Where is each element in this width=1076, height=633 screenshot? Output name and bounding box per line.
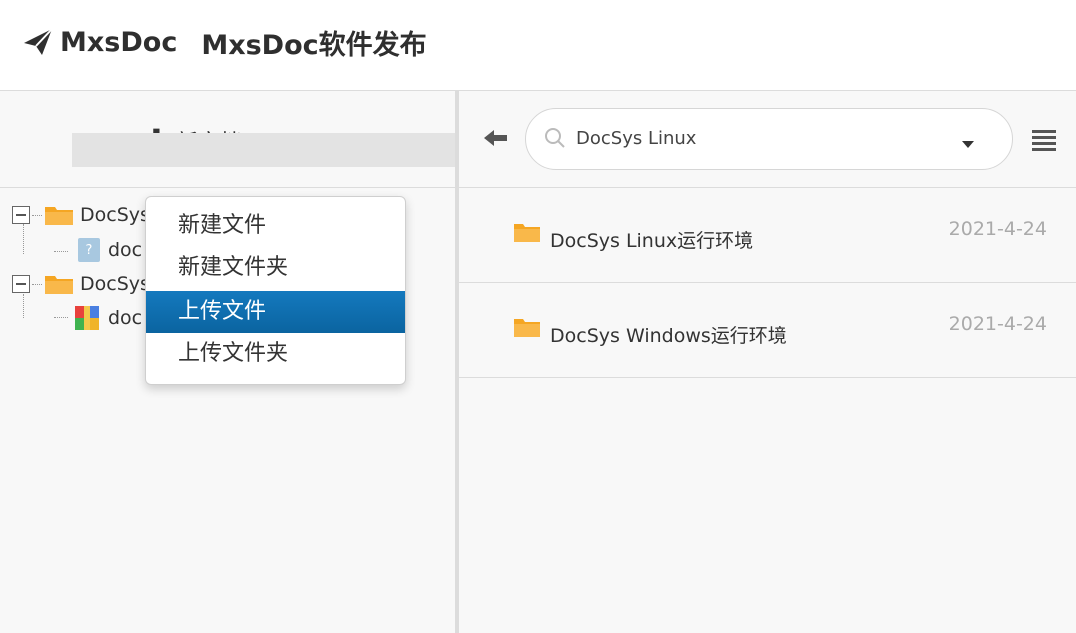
file-date: 2021-4-24: [948, 313, 1047, 335]
file-name: DocSys Windows运行环境: [550, 325, 787, 347]
package-icon: [75, 306, 99, 330]
tree-item-file[interactable]: doc: [74, 301, 142, 335]
tree-item-folder[interactable]: DocSys: [12, 267, 150, 301]
repo-title: MxsDoc软件发布: [201, 29, 427, 61]
tree-selection-highlight: [72, 133, 455, 167]
file-name: DocSys Linux运行环境: [550, 230, 754, 252]
tree-item-file[interactable]: ? doc: [78, 233, 142, 267]
tree-connector: [54, 251, 68, 252]
arrow-left-icon[interactable]: [483, 127, 509, 149]
right-toolbar: [459, 91, 1076, 188]
folder-icon: [514, 319, 540, 337]
search-input[interactable]: [576, 123, 956, 153]
menu-item-new-file[interactable]: 新建文件: [146, 205, 405, 247]
menu-item-upload-folder[interactable]: 上传文件夹: [146, 333, 405, 375]
tree-connector: [32, 283, 42, 285]
tree-item-label: doc: [108, 307, 143, 329]
top-bar: MxsDoc MxsDoc软件发布: [0, 0, 1076, 90]
list-menu-icon[interactable]: [1032, 130, 1056, 151]
file-list-item[interactable]: DocSys Linux运行环境 2021-4-24: [459, 188, 1076, 283]
menu-item-upload-file[interactable]: 上传文件: [146, 291, 405, 333]
tree-item-label: DocSys: [80, 204, 150, 226]
menu-item-new-folder[interactable]: 新建文件夹: [146, 247, 405, 289]
paper-plane-icon: [24, 28, 53, 55]
unknown-file-icon: ?: [78, 238, 100, 262]
tree-item-label: DocSys: [80, 273, 150, 295]
file-list-item[interactable]: DocSys Windows运行环境 2021-4-24: [459, 283, 1076, 378]
folder-icon: [45, 276, 73, 294]
search-icon: [545, 128, 565, 148]
tree-connector: [32, 214, 42, 216]
new-doc-dropdown-menu: 新建文件 新建文件夹 上传文件 上传文件夹: [145, 196, 406, 385]
search-box[interactable]: [525, 108, 1013, 170]
collapse-icon[interactable]: [12, 206, 30, 224]
caret-down-icon[interactable]: [962, 141, 974, 148]
brand-name: MxsDoc: [60, 26, 178, 58]
brand[interactable]: MxsDoc MxsDoc软件发布: [22, 22, 427, 62]
folder-icon: [45, 207, 73, 225]
folder-icon: [514, 224, 540, 242]
right-panel: DocSys Linux运行环境 2021-4-24 DocSys Window…: [459, 90, 1076, 633]
tree-connector: [54, 317, 68, 318]
file-date: 2021-4-24: [948, 218, 1047, 240]
collapse-icon[interactable]: [12, 275, 30, 293]
tree-item-label: doc: [108, 239, 143, 261]
tree-item-folder[interactable]: DocSys: [12, 198, 150, 232]
